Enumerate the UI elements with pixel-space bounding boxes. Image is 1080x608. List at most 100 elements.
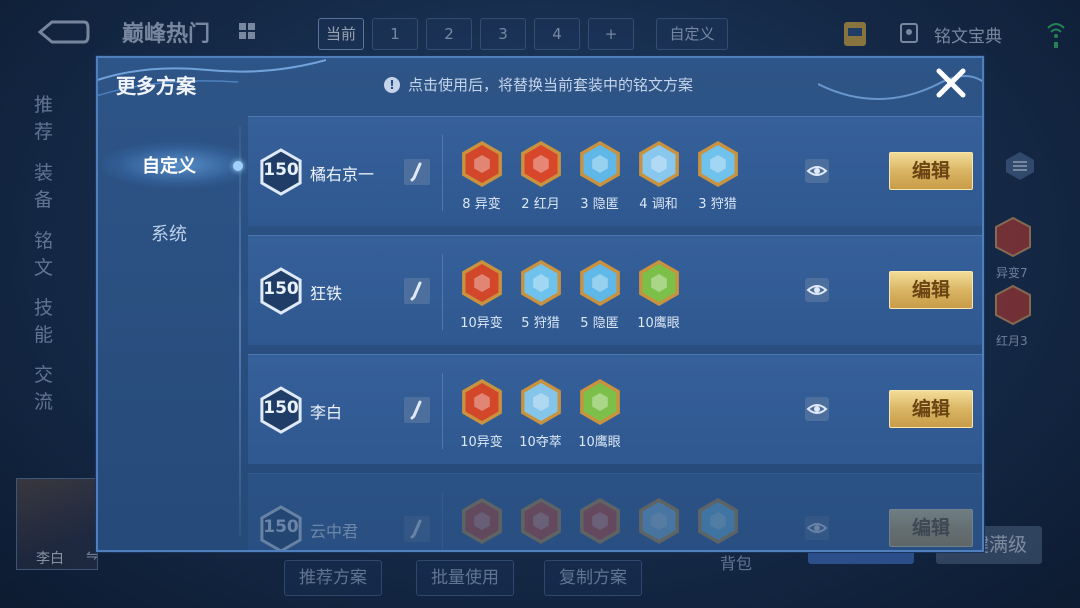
rename-button[interactable] xyxy=(404,397,430,423)
rune-item: 10异变 xyxy=(452,258,511,331)
rune-label: 10异变 xyxy=(460,316,503,331)
eye-icon xyxy=(806,523,828,533)
plan-card[interactable]: 150 云中君 编辑 xyxy=(248,473,982,550)
slot-tab-3[interactable]: 3 xyxy=(480,18,526,50)
rune-hongyue-icon xyxy=(579,498,620,544)
edit-button[interactable]: 编辑 xyxy=(889,390,973,428)
close-button[interactable] xyxy=(934,66,968,100)
modal-header: 更多方案 ! 点击使用后，将替换当前套装中的铭文方案 xyxy=(98,58,982,114)
tab-system[interactable]: 系统 xyxy=(98,220,240,246)
slot-tab-2[interactable]: 2 xyxy=(426,18,472,50)
bag-label[interactable]: 背包 xyxy=(720,550,752,574)
book-icon[interactable] xyxy=(898,22,920,44)
plan-name: 李白 xyxy=(310,403,343,422)
rune-label: 10鹰眼 xyxy=(578,435,621,450)
rune-item: 2 红月 xyxy=(511,139,570,212)
plan-name: 橘右京一 xyxy=(310,165,375,184)
rune-item: 5 隐匿 xyxy=(570,258,629,331)
rune-list: 10异变 5 狩猎 5 隐匿 10鹰眼 xyxy=(452,258,688,331)
card-divider xyxy=(442,135,443,211)
menu-icon[interactable] xyxy=(1004,150,1036,182)
recommend-plan-button[interactable]: 推荐方案 xyxy=(284,560,382,596)
card-divider xyxy=(442,254,443,330)
peak-title: 巅峰热门 xyxy=(122,22,211,47)
pencil-icon xyxy=(410,519,422,539)
rune-yingyan-icon xyxy=(638,260,679,306)
rune-yinni-icon xyxy=(579,260,620,306)
plan-name: 狂铁 xyxy=(310,284,343,303)
edit-button[interactable]: 编辑 xyxy=(889,152,973,190)
rune-duocui-icon xyxy=(520,379,561,425)
rune-label: 10异变 xyxy=(460,435,503,450)
plan-card[interactable]: 150 橘右京一 8 异变 2 红月 3 隐匿 4 调和 3 狩猎 编辑 xyxy=(248,116,982,226)
slot-tab-add[interactable]: + xyxy=(588,18,634,50)
plan-level: 150 xyxy=(263,517,299,537)
slot-tab-custom[interactable]: 自定义 xyxy=(656,18,728,50)
right-rune-label: 红月3 xyxy=(996,334,1028,348)
left-nav-runes[interactable]: 铭文 xyxy=(34,226,53,280)
rune-shoulie-icon xyxy=(520,260,561,306)
rune-item: 8 异变 xyxy=(452,139,511,212)
rune-shoulie-icon xyxy=(697,141,738,187)
edit-button[interactable]: 编辑 xyxy=(889,271,973,309)
slot-tab-1[interactable]: 1 xyxy=(372,18,418,50)
rune-yibian-icon xyxy=(461,260,502,306)
rune-item xyxy=(570,496,629,550)
rune-yibian-icon xyxy=(995,216,1031,258)
eye-icon xyxy=(806,166,828,176)
rune-tiaohe-icon xyxy=(638,141,679,187)
tab-custom[interactable]: 自定义 xyxy=(98,152,240,178)
active-tab-indicator xyxy=(233,161,243,171)
rune-label: 2 红月 xyxy=(521,197,560,212)
plan-name: 云中君 xyxy=(310,522,359,541)
left-nav-equipment[interactable]: 装备 xyxy=(34,158,53,212)
rune-label: 5 狩猎 xyxy=(521,316,560,331)
copy-plan-button[interactable]: 复制方案 xyxy=(544,560,642,596)
plan-level: 150 xyxy=(263,160,299,180)
rename-button[interactable] xyxy=(404,278,430,304)
rune-hongyue-icon xyxy=(995,284,1031,326)
hero-name: 李白 xyxy=(36,551,64,567)
plan-card[interactable]: 150 狂铁 10异变 5 狩猎 5 隐匿 10鹰眼 编辑 xyxy=(248,235,982,345)
info-icon: ! xyxy=(384,76,400,93)
rune-yinni-icon xyxy=(579,141,620,187)
left-nav-recommend[interactable]: 推荐 xyxy=(34,90,53,144)
back-arrow-icon[interactable] xyxy=(34,18,90,46)
rune-dict-label[interactable]: 铭文宝典 xyxy=(934,22,1002,47)
rune-label: 3 隐匿 xyxy=(580,197,619,212)
robot-icon[interactable] xyxy=(840,16,870,50)
rune-item: 3 狩猎 xyxy=(688,139,747,212)
rune-label: 3 狩猎 xyxy=(698,197,737,212)
usage-notice-text: 点击使用后，将替换当前套装中的铭文方案 xyxy=(408,76,694,94)
preview-button[interactable] xyxy=(805,278,829,302)
rune-item: 3 隐匿 xyxy=(570,139,629,212)
right-rune-label: 异变7 xyxy=(996,266,1028,280)
left-nav-skills[interactable]: 技能 xyxy=(34,293,53,347)
left-nav-chat[interactable]: 交流 xyxy=(34,360,53,414)
preview-button[interactable] xyxy=(805,159,829,183)
rune-item: 10鹰眼 xyxy=(570,377,629,450)
rune-item xyxy=(452,496,511,550)
rune-label: 10鹰眼 xyxy=(637,316,680,331)
preview-button[interactable] xyxy=(805,516,829,540)
rune-item: 10异变 xyxy=(452,377,511,450)
card-divider xyxy=(442,373,443,449)
rune-label: 4 调和 xyxy=(639,197,678,212)
rename-button[interactable] xyxy=(404,516,430,542)
pencil-icon xyxy=(410,281,422,301)
rune-red-icon xyxy=(520,498,561,544)
slot-tab-4[interactable]: 4 xyxy=(534,18,580,50)
rune-list xyxy=(452,496,747,550)
edit-button[interactable]: 编辑 xyxy=(889,509,973,547)
card-divider xyxy=(442,492,443,550)
plan-level: 150 xyxy=(263,398,299,418)
plan-list[interactable]: 150 橘右京一 8 异变 2 红月 3 隐匿 4 调和 3 狩猎 编辑 150 狂铁 10异变 5 … xyxy=(248,116,982,550)
modal-title: 更多方案 xyxy=(116,74,196,98)
grid-icon[interactable] xyxy=(238,22,256,40)
slot-tab-current[interactable]: 当前 xyxy=(318,18,364,50)
rune-label: 5 隐匿 xyxy=(580,316,619,331)
batch-use-button[interactable]: 批量使用 xyxy=(416,560,514,596)
plan-card[interactable]: 150 李白 10异变 10夺萃 10鹰眼 编辑 xyxy=(248,354,982,464)
preview-button[interactable] xyxy=(805,397,829,421)
rename-button[interactable] xyxy=(404,159,430,185)
